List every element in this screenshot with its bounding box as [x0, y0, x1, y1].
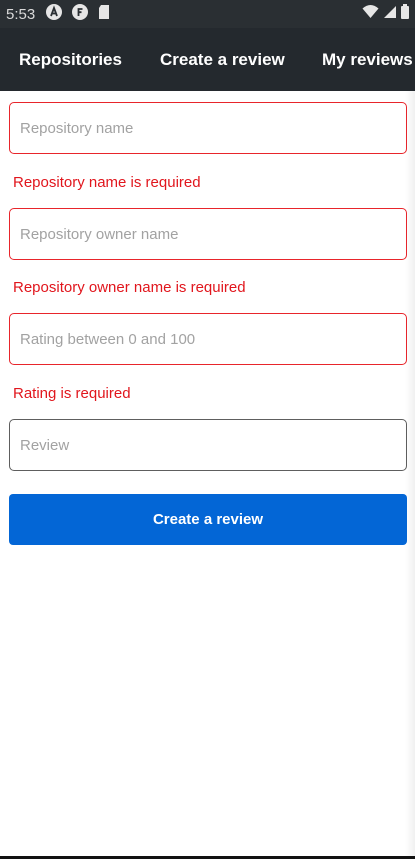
- app-bar: Repositories Create a review My reviews: [0, 28, 415, 91]
- repository-name-error: Repository name is required: [13, 174, 201, 191]
- signal-icon: [383, 5, 397, 24]
- rating-error: Rating is required: [13, 385, 131, 402]
- owner-name-input[interactable]: [9, 208, 407, 260]
- owner-name-error: Repository owner name is required: [13, 279, 246, 296]
- tab-create-review[interactable]: Create a review: [160, 28, 285, 91]
- tab-my-reviews[interactable]: My reviews: [322, 28, 413, 91]
- review-input[interactable]: [9, 419, 407, 471]
- repository-name-input[interactable]: [9, 102, 407, 154]
- status-time: 5:53: [6, 5, 36, 23]
- rating-input[interactable]: [9, 313, 407, 365]
- status-bar: 5:53: [0, 0, 415, 28]
- tab-repositories[interactable]: Repositories: [19, 28, 122, 91]
- sd-card-icon: [97, 4, 111, 25]
- scroll-edge-shadow: [405, 91, 415, 856]
- f-circle-icon: [71, 3, 89, 26]
- a-circle-icon: [45, 3, 63, 26]
- create-review-button[interactable]: Create a review: [9, 494, 407, 545]
- wifi-icon: [362, 4, 379, 24]
- battery-icon: [401, 4, 409, 24]
